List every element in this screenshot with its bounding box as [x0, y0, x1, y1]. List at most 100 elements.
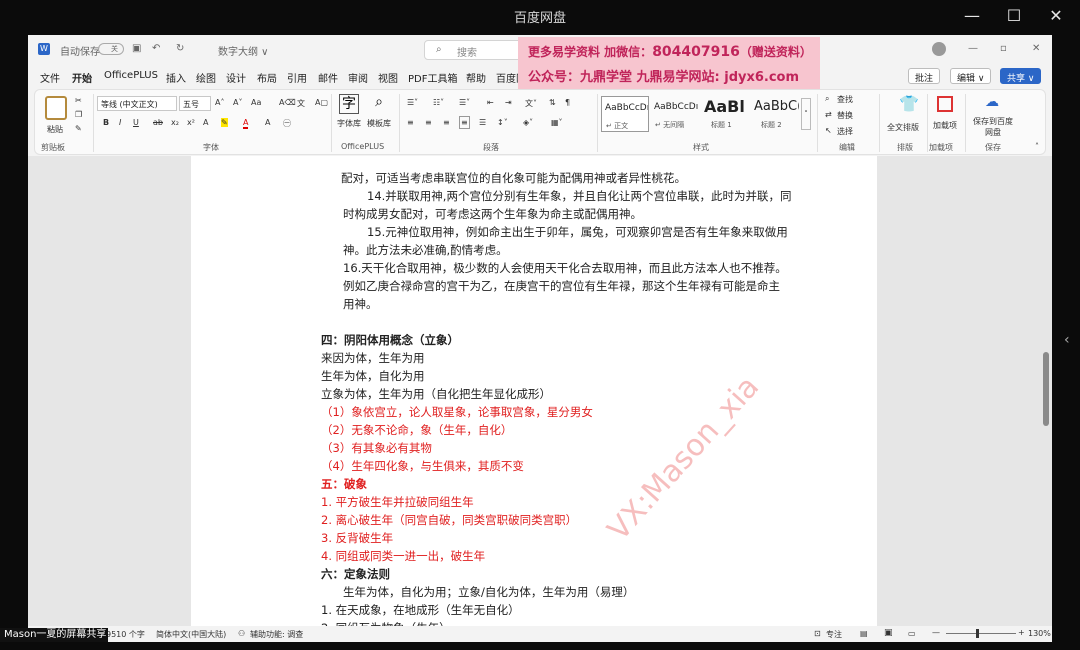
cut-icon[interactable]: ✂: [75, 96, 82, 105]
superscript-icon[interactable]: x²: [187, 118, 195, 127]
document-line[interactable]: 立象为体，生年为用（自化把生年显化成形）: [321, 386, 551, 402]
document-line[interactable]: 生年为体，自化为用；立象/自化为体，生年为用（易理）: [343, 584, 634, 600]
word-count[interactable]: 9510 个字: [106, 629, 145, 640]
grow-font-icon[interactable]: A˄: [215, 98, 224, 107]
menu-insert[interactable]: 插入: [166, 70, 186, 85]
find-icon[interactable]: ⌕: [825, 94, 829, 104]
menu-file[interactable]: 文件: [40, 70, 60, 85]
document-line[interactable]: 时构成男女配对，可考虑这两个生年象为命主或配偶用神。: [343, 206, 642, 222]
multilevel-list-icon[interactable]: ☰˅: [459, 98, 470, 107]
distributed-icon[interactable]: ☰: [479, 118, 486, 127]
language-status[interactable]: 简体中文(中国大陆): [156, 629, 226, 640]
decrease-indent-icon[interactable]: ⇤: [487, 98, 494, 107]
char-shading-icon[interactable]: A: [265, 118, 270, 127]
undo-icon[interactable]: ↶: [152, 43, 160, 54]
addins-button[interactable]: 加载项: [933, 120, 957, 131]
menu-help[interactable]: 帮助: [466, 70, 486, 85]
font-color-icon[interactable]: A: [243, 118, 249, 129]
document-name[interactable]: 数字大纲 ∨: [218, 43, 269, 58]
menu-officeplus[interactable]: OfficePLUS: [104, 70, 158, 81]
justify-icon[interactable]: ≡: [459, 116, 470, 129]
document-page[interactable]: 配对，可适当考虑串联宫位的自化象可能为配偶用神或者异性桃花。 14.并联取用神,两…: [191, 156, 877, 626]
menu-references[interactable]: 引用: [287, 70, 307, 85]
read-mode-icon[interactable]: ▤: [860, 629, 868, 638]
ribbon-restore-icon[interactable]: ▫: [1000, 43, 1007, 54]
edit-mode-button[interactable]: 编辑 ∨: [950, 68, 992, 84]
document-line[interactable]: （1）象依宫立，论人取星象，论事取宫象，星分男女: [321, 404, 593, 420]
addins-icon[interactable]: [937, 96, 953, 112]
word-close-icon[interactable]: ✕: [1032, 43, 1040, 54]
autosave-toggle[interactable]: 关: [98, 43, 124, 55]
shrink-font-icon[interactable]: A˅: [233, 98, 242, 107]
document-line[interactable]: 14.并联取用神,两个宫位分别有生年象，并且自化让两个宫位串联，此时为并联，同: [367, 188, 791, 204]
ribbon-minimize-icon[interactable]: —: [968, 43, 978, 54]
line-spacing-icon[interactable]: ↕˅: [497, 118, 508, 127]
zoom-slider[interactable]: [946, 633, 1016, 634]
document-line[interactable]: 16.天干化合取用神，极少数的人会使用天干化合去取用神，而且此方法本人也不推荐。: [343, 260, 787, 276]
increase-indent-icon[interactable]: ⇥: [505, 98, 512, 107]
format-painter-icon[interactable]: ✎: [75, 124, 82, 133]
style-no-spacing[interactable]: AaBbCcDı ↵ 无间隔: [651, 96, 699, 132]
document-line[interactable]: 来因为体，生年为用: [321, 350, 425, 366]
focus-button[interactable]: 专注: [826, 629, 842, 640]
sort-icon[interactable]: ⇅: [549, 98, 556, 107]
document-line[interactable]: 配对，可适当考虑串联宫位的自化象可能为配偶用神或者异性桃花。: [341, 170, 686, 186]
style-heading-1[interactable]: AaBl 标题 1: [701, 96, 749, 132]
ribbon-collapse-icon[interactable]: ˄: [1035, 142, 1039, 151]
menu-draw[interactable]: 绘图: [196, 70, 216, 85]
document-line[interactable]: （3）有其象必有其物: [321, 440, 432, 456]
menu-review[interactable]: 审阅: [348, 70, 368, 85]
phonetic-icon[interactable]: 文: [297, 98, 305, 109]
menu-home[interactable]: 开始: [72, 70, 92, 85]
document-line[interactable]: 3. 反背破生年: [321, 530, 393, 546]
align-left-icon[interactable]: ≡: [407, 118, 414, 127]
chevron-left-icon[interactable]: ‹: [1064, 332, 1070, 348]
document-line[interactable]: 五：破象: [321, 476, 367, 492]
save-icon[interactable]: ▣: [132, 43, 141, 54]
full-layout-button[interactable]: 全文排版: [887, 122, 919, 133]
align-center-icon[interactable]: ≡: [425, 118, 432, 127]
document-line[interactable]: 1. 平方破生年并拉破同组生年: [321, 494, 474, 510]
zoom-slider-thumb[interactable]: [976, 629, 979, 638]
document-line[interactable]: （4）生年四化象，与生俱来，其质不变: [321, 458, 524, 474]
baidu-cloud-icon[interactable]: ☁: [985, 94, 999, 110]
chinese-layout-icon[interactable]: 文˅: [525, 98, 537, 109]
redo-icon[interactable]: ↻: [176, 43, 184, 54]
highlight-icon[interactable]: ✎: [221, 118, 228, 127]
menu-layout[interactable]: 布局: [257, 70, 277, 85]
align-right-icon[interactable]: ≡: [443, 118, 450, 127]
font-library-icon[interactable]: 字: [339, 94, 359, 114]
enclose-char-icon[interactable]: ㊀: [283, 118, 291, 129]
paste-icon[interactable]: [45, 96, 67, 120]
replace-icon[interactable]: ⇄: [825, 110, 832, 119]
save-to-baidu-button[interactable]: 保存到百度网盘: [971, 116, 1015, 138]
clear-format-icon[interactable]: A⌫: [279, 98, 296, 107]
styles-more-icon[interactable]: ˅: [801, 98, 811, 130]
subscript-icon[interactable]: x₂: [171, 118, 179, 127]
text-effects-icon[interactable]: A: [203, 118, 208, 127]
zoom-out-icon[interactable]: —: [932, 628, 940, 637]
style-heading-2[interactable]: AaBbC( 标题 2: [751, 96, 799, 132]
zoom-in-icon[interactable]: +: [1018, 628, 1025, 637]
document-line[interactable]: 4. 同组或同类一进一出，破生年: [321, 548, 485, 564]
change-case-icon[interactable]: Aa: [251, 98, 261, 107]
share-button[interactable]: 共享 ∨: [1000, 68, 1042, 84]
comment-button[interactable]: 批注: [908, 68, 941, 84]
print-layout-icon[interactable]: ▣: [884, 628, 893, 638]
font-name-select[interactable]: 等线 (中文正文): [97, 96, 177, 111]
accessibility-status[interactable]: 辅助功能: 调查: [250, 629, 303, 640]
document-line[interactable]: 用神。: [343, 296, 378, 312]
document-line[interactable]: 六：定象法则: [321, 566, 390, 582]
underline-icon[interactable]: U: [133, 118, 139, 127]
document-line[interactable]: 生年为体，自化为用: [321, 368, 425, 384]
select-icon[interactable]: ↖: [825, 126, 832, 135]
numbering-icon[interactable]: ☷˅: [433, 98, 444, 107]
document-line[interactable]: 1. 在天成象，在地成形（生年无自化）: [321, 602, 520, 618]
document-line[interactable]: 例如乙庚合禄命宫的宫干为乙，在庚宫干的宫位有生年禄，那这个生年禄有可能是命主: [343, 278, 780, 294]
full-layout-icon[interactable]: 👕: [899, 94, 919, 113]
shading-icon[interactable]: ◈˅: [523, 118, 533, 127]
style-normal[interactable]: AaBbCcDı ↵ 正文: [601, 96, 649, 132]
italic-icon[interactable]: I: [119, 118, 121, 127]
show-marks-icon[interactable]: ¶: [565, 98, 570, 107]
menu-mailings[interactable]: 邮件: [318, 70, 338, 85]
